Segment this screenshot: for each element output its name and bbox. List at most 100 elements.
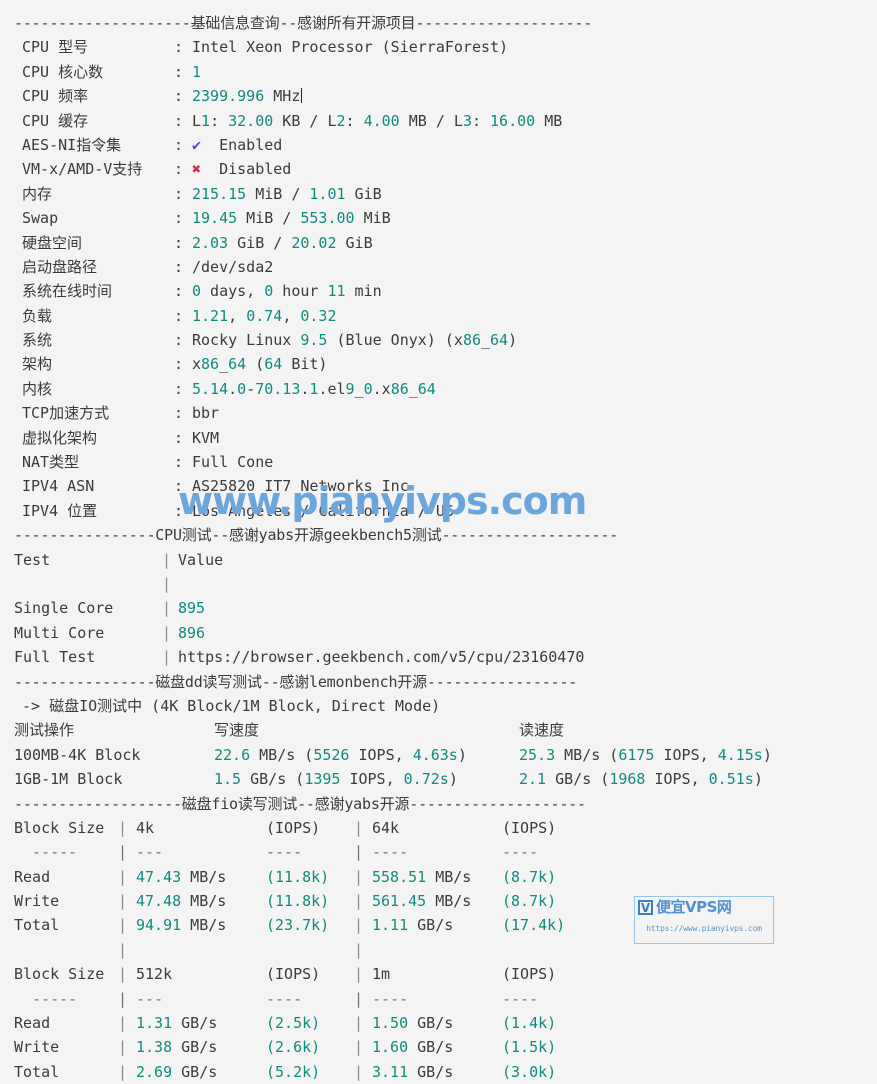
dd-write-time: 4.63s [412,745,458,764]
terminal-output: --------------------基础信息查询--感谢所有开源项目----… [0,0,877,1084]
fio-row-value-b: 3.11 GB/s [372,1060,502,1084]
fio-bar: | [118,965,128,984]
dd-read-iops: 6175 [618,745,655,764]
fio-value-a-unit: GB/s [172,1062,218,1081]
info-row-label: 架构 [22,355,53,374]
info-row-value: 2399.996 MHz [192,84,303,108]
info-value-text: GiB [345,184,382,203]
fio-block-size-b: 64k [372,818,400,837]
dd-write-time: 0.72s [403,770,449,789]
fio-value-b-number: 1.50 [372,1014,409,1033]
dd-read-time: 0.51s [708,770,754,789]
info-value-text: (Blue Onyx) (x [327,331,463,350]
fio-value-a-unit: GB/s [172,1038,218,1057]
info-value-number: 3 [462,111,472,130]
info-value-number: 2399.996 [192,87,265,106]
info-value-number: 1.21 [192,306,229,325]
fio-table-row: Total | 94.91 MB/s (23.7k) | 1.11 GB/s (17.4k) [0,913,877,937]
fio-value-a-unit: MB/s [181,916,227,935]
dd-test-row: 100MB-4K Block 22.6 MB/s (5526 IOPS, 4.63… [0,743,877,767]
info-row-separator: : [174,453,184,472]
info-value-text: _ [354,379,364,398]
fio-iops-b: (1.4k) [502,1014,557,1033]
info-value-text: .x [372,379,391,398]
fio-row-label: Read [14,867,51,886]
info-value-number: 86 [201,355,220,374]
info-value-text: MiB / [246,184,310,203]
fio-value-a-number: 47.48 [136,892,182,911]
info-value-number: 64 [228,355,247,374]
info-row-value: x86_64 (64 Bit) [192,352,327,376]
info-row-separator: : [174,184,184,203]
info-value-number: 5.14 [192,379,229,398]
info-row-separator: : [174,135,184,154]
fio-bar: | [118,989,128,1008]
fio-value-a-number: 2.69 [136,1062,173,1081]
dd-row-write-result: 1.5 GB/s (1395 IOPS, 0.72s) [214,767,519,791]
info-value-number: 1 [192,62,202,81]
fio-value-a-number: 1.38 [136,1038,173,1057]
info-value-text: : [345,111,364,130]
dd-read-sep: IOPS, [654,745,718,764]
info-value-number: 9.5 [300,331,328,350]
dd-read-sep: IOPS, [645,770,709,789]
fio-bar: | [354,843,364,862]
info-value-text: , [282,306,301,325]
info-row-label: 系统 [22,331,53,350]
fio-block-size-b: 1m [372,965,391,984]
info-value-text: Rocky Linux [192,331,301,350]
info-value-text: KB / L [273,111,337,130]
dd-test-row: 1GB-1M Block 1.5 GB/s (1395 IOPS, 0.72s) 2… [0,767,877,791]
info-row-separator: : [174,306,184,325]
fio-bar: | [118,843,128,862]
fio-row-value-b: 561.45 MB/s [372,889,502,913]
dd-test-rows: 100MB-4K Block 22.6 MB/s (5526 IOPS, 4.63… [0,743,877,792]
info-value-text: . [228,379,238,398]
info-value-number: 64 [490,331,509,350]
info-row-label: IPV4 ASN [22,477,95,496]
info-value-text: Full Cone [192,453,274,472]
info-value-number: 553.00 [300,209,355,228]
fio-bar: | [354,916,364,935]
dd-row-write-result: 22.6 MB/s (5526 IOPS, 4.63s) [214,743,519,767]
info-row-value: bbr [192,401,219,425]
info-row: 系统在线时间:0 days, 0 hour 11 min [0,279,877,303]
fio-bar: | [118,892,128,911]
cpu-test-result-link[interactable]: https://browser.geekbench.com/v5/cpu/231… [178,645,584,669]
info-row-separator: : [174,501,184,520]
fio-block-size-a: 4k [136,818,155,837]
cpu-test-bar: | [162,550,172,569]
fio-row-label: Read [14,1014,51,1033]
info-value-number: 16.00 [490,111,536,130]
dd-row-operation: 1GB-1M Block [14,770,123,789]
info-value-text: _ [408,379,418,398]
info-value-number: 32.00 [228,111,274,130]
fio-row-label: Write [14,1038,60,1057]
fio-bar: | [354,1014,364,1033]
info-value-text: _ [219,355,229,374]
fio-bar: | [118,1038,128,1057]
info-value-number: 0.32 [300,306,337,325]
dd-read-speed: 2.1 [519,770,547,789]
cpu-test-bar: | [162,574,172,593]
fio-iops-label-b: (IOPS) [502,965,557,984]
info-row-separator: : [174,355,184,374]
fio-bar: | [354,965,364,984]
info-row: VM-x/AMD-V支持: ✖ Disabled [0,157,877,181]
fio-row-value-a: 1.38 GB/s [136,1035,266,1059]
info-value-text: bbr [192,404,220,423]
info-row-label: 内存 [22,184,53,203]
fio-rule-a: --- [136,989,164,1008]
fio-row-value-b: 1.50 GB/s [372,1011,502,1035]
info-row-value: 1.21, 0.74, 0.32 [192,304,337,328]
info-row-label: CPU 型号 [22,38,89,57]
fio-rule-label: ----- [14,989,78,1008]
info-row: CPU 缓存: L1: 32.00 KB / L2: 4.00 MB / L3: … [0,109,877,133]
dd-row-read-result: 2.1 GB/s (1968 IOPS, 0.51s) [519,767,763,791]
fio-value-b-unit: MB/s [426,867,472,886]
info-value-text: MiB [354,209,391,228]
fio-value-a-number: 94.91 [136,916,182,935]
dd-write-unit: GB/s ( [241,770,305,789]
fio-iops-label-a: (IOPS) [266,818,321,837]
cpu-test-bar: | [162,599,172,618]
